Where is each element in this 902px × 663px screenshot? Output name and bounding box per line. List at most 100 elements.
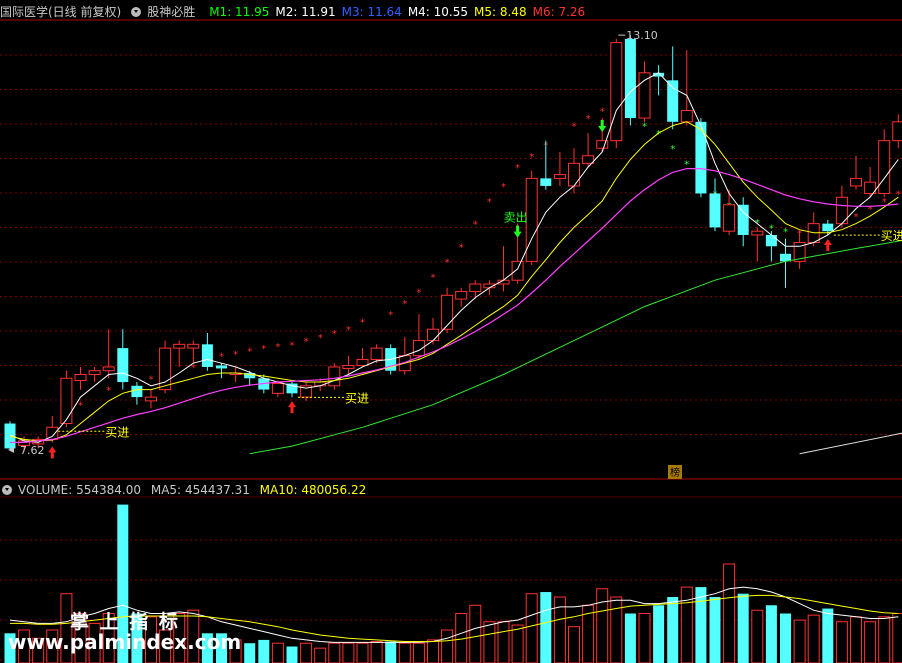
buy-arrow-icon <box>823 238 832 251</box>
volume-bar-up <box>398 642 411 663</box>
candle-body-up <box>173 343 186 349</box>
volume-bar-up <box>525 593 538 663</box>
candle-body-up <box>328 366 341 387</box>
candle-body-down <box>624 38 636 119</box>
candle-body-up <box>102 366 115 372</box>
volume-bar-up <box>793 619 806 663</box>
volume-bar-down <box>624 613 636 663</box>
signal-star: * <box>360 318 365 329</box>
candle-body-up <box>553 174 566 179</box>
candle-body-up <box>582 155 595 164</box>
ma-values: M1: 11.95 M2: 11.91 M3: 11.64 M4: 10.55 M5: … <box>209 5 591 19</box>
volume-bar-down <box>822 608 834 663</box>
volume-bar-down <box>244 643 256 663</box>
candle-body-up <box>356 358 369 366</box>
volume-label: VOLUME: <box>18 483 73 497</box>
volume-bar-down <box>540 592 552 663</box>
candle-body-up <box>60 377 73 425</box>
volume-bar-up <box>892 613 902 663</box>
signal-star: * <box>572 122 577 133</box>
candle-body-up <box>723 204 736 232</box>
signal-star: * <box>473 220 478 231</box>
volume-bar-down <box>737 593 749 663</box>
badge-label: 榜 <box>670 466 680 479</box>
signal-star: * <box>501 182 506 193</box>
buy-label: 买进 <box>105 425 129 439</box>
candle-body-up <box>370 347 383 360</box>
signal-star: * <box>515 163 520 174</box>
volume-bar-up <box>596 588 609 663</box>
dropdown-icon[interactable] <box>131 7 142 17</box>
candle-body-up <box>187 343 200 349</box>
signal-star: * <box>459 242 464 253</box>
ma5-label: MA5: <box>150 483 182 497</box>
volume-bar-up <box>850 616 862 663</box>
signal-star: * <box>346 325 351 336</box>
ma-line-green <box>249 239 902 455</box>
candle-body-down <box>709 193 721 228</box>
ma-value-6: M6: 7.26 <box>532 5 586 19</box>
signal-star: * <box>783 227 788 238</box>
volume-bar-up <box>427 639 439 663</box>
candle-body-down <box>117 348 129 383</box>
volume-bar-up <box>511 624 524 663</box>
volume-value: 554384.00 <box>76 483 142 497</box>
ma10-value: 480056.22 <box>301 483 367 497</box>
ma-value-5: M5: 8.48 <box>474 5 527 19</box>
candle-body-down <box>765 234 777 247</box>
volume-bar-down <box>385 641 397 663</box>
buy-label: 买进 <box>345 391 369 405</box>
signal-star: * <box>78 401 83 412</box>
volume-bar-up <box>271 642 284 663</box>
buy-arrow-icon <box>48 446 57 459</box>
signal-star: * <box>402 299 407 310</box>
candle-body-up <box>892 121 902 142</box>
candle-body-down <box>201 344 213 367</box>
stock-chart: ***** * * * * * * * * ********************* * *****… <box>0 19 902 663</box>
ma-value-4: M4: 10.55 <box>407 5 469 19</box>
candle-body-up <box>525 177 538 262</box>
ma-line-white <box>9 72 899 443</box>
signal-star: * <box>642 122 647 133</box>
signal-star: * <box>275 342 280 353</box>
volume-bar-up <box>751 609 764 663</box>
signal-star: * <box>318 333 323 344</box>
candle-body-down <box>216 365 227 369</box>
signal-star: * <box>487 197 492 208</box>
volume-bar-up <box>314 647 327 663</box>
sell-label: 卖出 <box>504 211 528 225</box>
volume-bar-up <box>300 642 313 663</box>
candle-body-down <box>695 121 707 194</box>
ma-value-3: M3: 11.64 <box>341 5 402 19</box>
volume-bar-down <box>709 597 721 663</box>
volume-bar-up <box>356 642 369 663</box>
volume-bar-up <box>370 641 383 663</box>
volume-header: VOLUME: 554384.00 MA5: 454437.31 MA10: 4… <box>0 480 372 500</box>
candle-body-up <box>88 370 101 375</box>
volume-bar-down <box>780 613 791 663</box>
volume-bar-up <box>328 642 341 663</box>
volume-bar-up <box>441 629 454 663</box>
volume-dropdown-icon[interactable] <box>2 485 12 495</box>
signal-star: * <box>854 212 859 223</box>
volume-bar-up <box>878 616 891 663</box>
candle-body-up <box>568 162 580 187</box>
volume-bar-down <box>667 597 679 663</box>
candle-body-up <box>850 177 862 187</box>
candle-body-up <box>469 283 482 293</box>
ma-line-magenta <box>10 168 899 443</box>
candle-body-up <box>610 42 623 142</box>
volume-bar-up <box>412 642 425 663</box>
watermark-url: www.palmindex.com <box>8 630 242 654</box>
volume-bar-up <box>680 586 693 663</box>
volume-bar-down <box>765 605 777 663</box>
signal-star: * <box>290 340 295 351</box>
low-price-label: 7.62 <box>20 444 45 457</box>
sell-arrow-icon <box>598 120 607 133</box>
candle-body-up <box>511 260 524 281</box>
candle-body-down <box>540 178 552 186</box>
candle-body-up <box>441 294 454 330</box>
high-price-label: 13.10 <box>626 29 658 42</box>
candle-body-down <box>667 80 679 122</box>
volume-bar-up <box>807 614 820 663</box>
